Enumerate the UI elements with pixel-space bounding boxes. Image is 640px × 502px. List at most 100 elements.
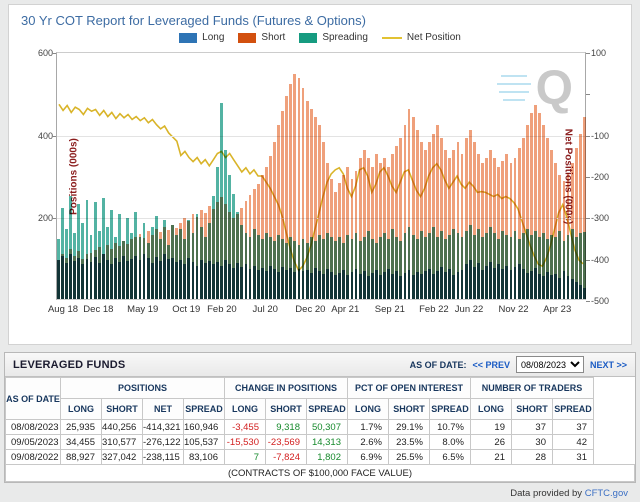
bar-long — [481, 270, 484, 299]
bar-group — [240, 51, 244, 299]
bar-group — [497, 51, 501, 299]
x-axis-tick: Nov 22 — [498, 304, 529, 315]
bar-group — [134, 51, 138, 299]
bar-group — [468, 51, 472, 299]
cell-date: 09/05/2023 — [5, 434, 61, 450]
legend-item-short: Short — [238, 32, 285, 43]
bar-long — [387, 269, 391, 299]
bar-group — [236, 51, 240, 299]
bar-group — [158, 51, 162, 299]
bar-group — [350, 51, 354, 299]
cell-pct-open-interest: 29.1% — [388, 419, 430, 435]
bar-group — [403, 51, 407, 299]
bar-long — [326, 269, 329, 299]
bar-group — [220, 51, 223, 299]
col-header-as-of-date: AS OF DATE — [5, 377, 61, 420]
bar-group — [326, 51, 329, 299]
bar-long — [264, 270, 268, 299]
bar-group — [85, 51, 89, 299]
bar-long — [179, 259, 183, 299]
bar-group — [97, 51, 101, 299]
cell-position: 34,455 — [60, 434, 102, 450]
chart-legend: Long Short Spreading Net Position — [9, 32, 631, 43]
bar-long — [134, 255, 138, 299]
bar-long — [419, 274, 423, 299]
bar-group — [93, 51, 97, 299]
cell-traders: 28 — [511, 449, 553, 465]
next-link[interactable]: NEXT >> — [590, 360, 627, 370]
bar-long — [171, 257, 175, 299]
bar-group — [493, 51, 497, 299]
x-axis-tick: Sep 21 — [374, 304, 405, 315]
bar-group — [199, 51, 203, 299]
prev-link[interactable]: << PREV — [472, 360, 510, 370]
bar-long — [248, 269, 252, 299]
bar-group — [313, 51, 317, 299]
bar-long — [110, 263, 113, 299]
bar-group — [538, 51, 541, 299]
bar-group — [110, 51, 113, 299]
col-subheader-net: NET — [142, 398, 184, 420]
bar-group — [423, 51, 427, 299]
bar-long — [277, 272, 281, 299]
cftc-link[interactable]: CFTC.gov — [585, 488, 628, 499]
plot-area: Positions (000s) Net Positions (000s) Q … — [38, 48, 609, 315]
tick-mark — [586, 259, 590, 261]
bar-group — [391, 51, 395, 299]
col-subheader-spread: SPREAD — [429, 398, 471, 420]
bar-long — [146, 257, 150, 299]
right-axis-tick: -500 — [591, 296, 610, 306]
bar-group — [101, 51, 105, 299]
bar-long — [61, 255, 64, 299]
cell-change: 7 — [224, 449, 266, 465]
cell-pct-open-interest: 8.0% — [429, 434, 471, 450]
cell-change: -3,455 — [224, 419, 266, 435]
cell-pct-open-interest: 23.5% — [388, 434, 430, 450]
bar-long — [167, 259, 170, 299]
bar-group — [407, 51, 411, 299]
col-group-change-in-positions: CHANGE IN POSITIONS — [224, 377, 348, 399]
col-subheader-spread: SPREAD — [306, 398, 348, 420]
bar-long — [85, 258, 89, 299]
table-caption: (CONTRACTS OF $100,000 FACE VALUE) — [5, 464, 635, 482]
x-axis-tick: Feb 20 — [207, 304, 237, 315]
bar-group — [167, 51, 170, 299]
cell-position: -238,115 — [142, 449, 184, 465]
bar-long — [370, 273, 374, 299]
bar-group — [195, 51, 199, 299]
bar-group — [395, 51, 399, 299]
bar-group — [297, 51, 301, 299]
bar-group — [574, 51, 578, 299]
bar-long — [322, 274, 325, 299]
bar-group — [501, 51, 505, 299]
date-select[interactable]: 08/08/2023 — [515, 356, 584, 373]
bar-group — [191, 51, 195, 299]
bar-long — [97, 262, 101, 299]
bar-long — [538, 274, 541, 299]
bar-long — [220, 265, 223, 299]
bar-long — [346, 275, 350, 299]
bar-group — [277, 51, 281, 299]
bar-group — [452, 51, 456, 299]
bar-long — [65, 262, 69, 299]
col-group-number-of-traders: NUMBER OF TRADERS — [470, 377, 594, 399]
bar-long — [73, 260, 77, 299]
bar-long — [154, 256, 158, 299]
bar-group — [444, 51, 448, 299]
cell-position: 105,537 — [183, 434, 225, 450]
bar-group — [387, 51, 391, 299]
bar-group — [228, 51, 232, 299]
bar-group — [411, 51, 415, 299]
col-subheader-spread: SPREAD — [183, 398, 225, 420]
tick-mark — [586, 135, 590, 137]
bar-long — [203, 262, 207, 299]
bar-long — [501, 269, 505, 299]
cell-position: -414,321 — [142, 419, 184, 435]
bar-group — [61, 51, 64, 299]
bar-group — [203, 51, 207, 299]
legend-item-spreading: Spreading — [299, 32, 368, 43]
bar-long — [570, 279, 574, 299]
bar-long — [362, 270, 366, 299]
bar-long — [195, 265, 199, 299]
cell-traders: 21 — [470, 449, 512, 465]
